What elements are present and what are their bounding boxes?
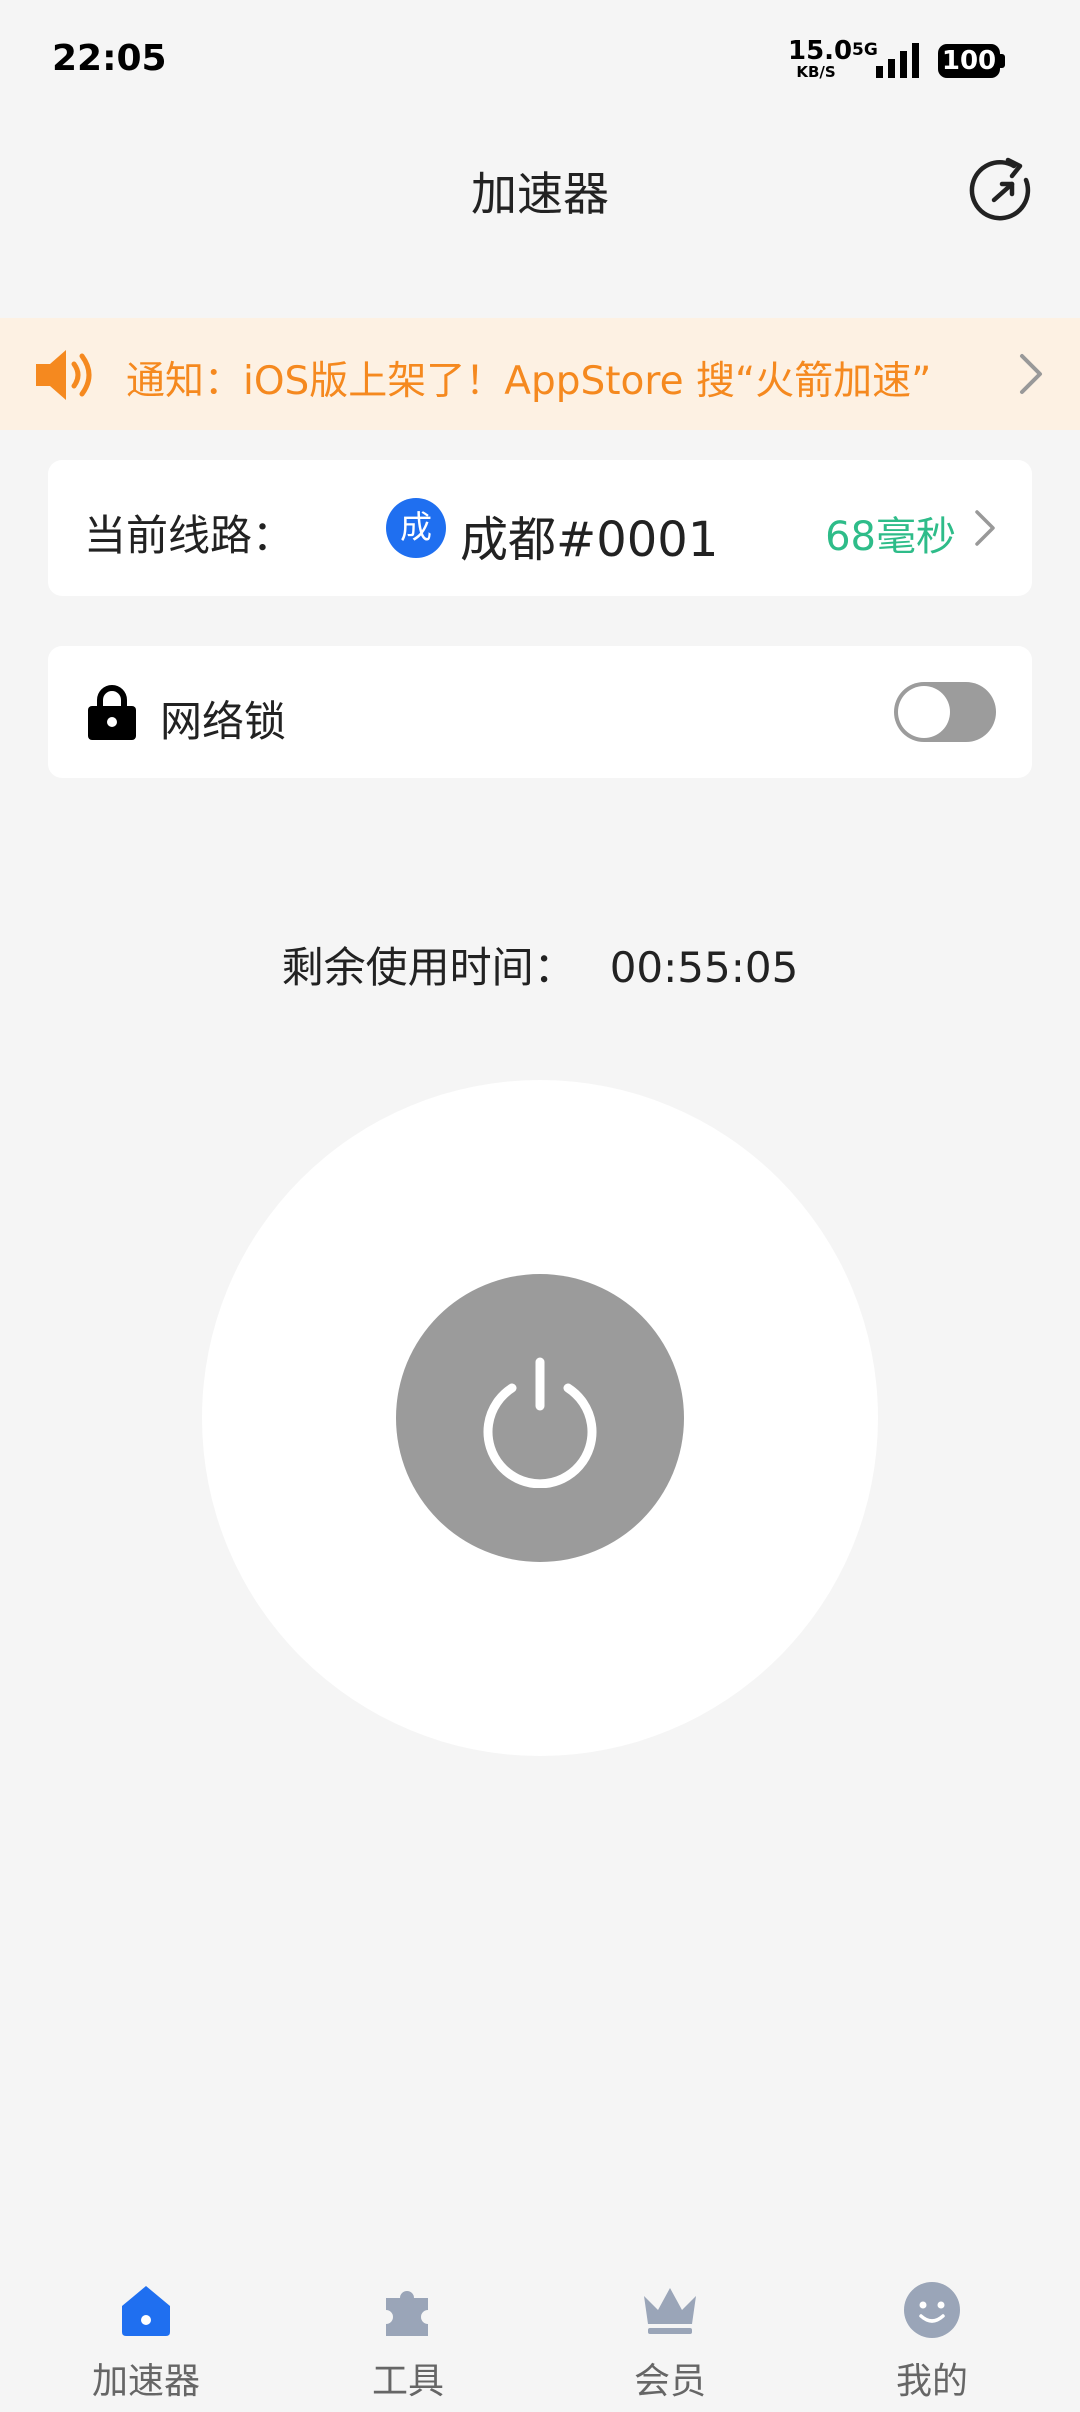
crown-icon: [644, 2288, 696, 2334]
route-name: 成都#0001: [460, 512, 719, 568]
status-time: 22:05: [52, 38, 167, 79]
refresh-button[interactable]: [968, 154, 1040, 226]
nav-item-member[interactable]: 会员: [570, 2260, 770, 2410]
power-icon: [483, 1357, 597, 1488]
nav-label: 工具: [371, 2361, 444, 2402]
chevron-right-icon: [975, 510, 995, 546]
signal-icon: [876, 43, 919, 78]
network-lock-toggle[interactable]: [894, 682, 996, 742]
battery-indicator: 100: [938, 44, 1000, 78]
remaining-time: 剩余使用时间： 00:55:05: [0, 934, 1080, 995]
network-lock-row: 网络锁: [48, 646, 1032, 778]
refresh-icon: [969, 157, 1031, 221]
nav-item-mine[interactable]: 我的: [832, 2260, 1032, 2410]
network-speed-unit: KB/S: [796, 63, 836, 81]
remaining-time-value: 00:55:05: [609, 943, 799, 992]
network-speed: 15.0 KB/S: [788, 36, 853, 81]
nav-label: 我的: [895, 2361, 968, 2402]
speaker-icon: [36, 350, 92, 400]
nav-item-accelerator[interactable]: 加速器: [46, 2260, 246, 2410]
notice-banner[interactable]: 通知：iOS版上架了！AppStore 搜“火箭加速”: [0, 318, 1080, 430]
status-bar: 22:05 15.0 KB/S 5G 100: [0, 0, 1080, 120]
remaining-time-label: 剩余使用时间：: [281, 943, 576, 992]
route-latency: 68毫秒: [825, 514, 956, 560]
power-button[interactable]: [396, 1274, 684, 1562]
smiley-icon: [904, 2282, 960, 2338]
nav-label: 加速器: [91, 2361, 200, 2402]
route-selector[interactable]: 当前线路： 成都 成都#0001 68毫秒: [48, 460, 1032, 596]
chevron-right-icon: [1020, 354, 1042, 394]
puzzle-icon: [386, 2291, 428, 2336]
network-speed-value: 15.0: [788, 36, 853, 66]
city-badge: 成都: [386, 498, 446, 558]
route-label: 当前线路：: [84, 511, 295, 560]
network-lock-label: 网络锁: [160, 697, 287, 746]
lock-icon: [88, 685, 136, 740]
page-title: 加速器: [471, 167, 609, 221]
home-icon: [122, 2286, 170, 2336]
bottom-nav: 加速器 工具 会员 我的: [0, 2260, 1080, 2412]
battery-tip: [1000, 54, 1005, 68]
toggle-knob: [898, 686, 950, 738]
notice-text: 通知：iOS版上架了！AppStore 搜“火箭加速”: [126, 359, 932, 404]
nav-item-tools[interactable]: 工具: [308, 2260, 508, 2410]
nav-label: 会员: [633, 2361, 706, 2402]
